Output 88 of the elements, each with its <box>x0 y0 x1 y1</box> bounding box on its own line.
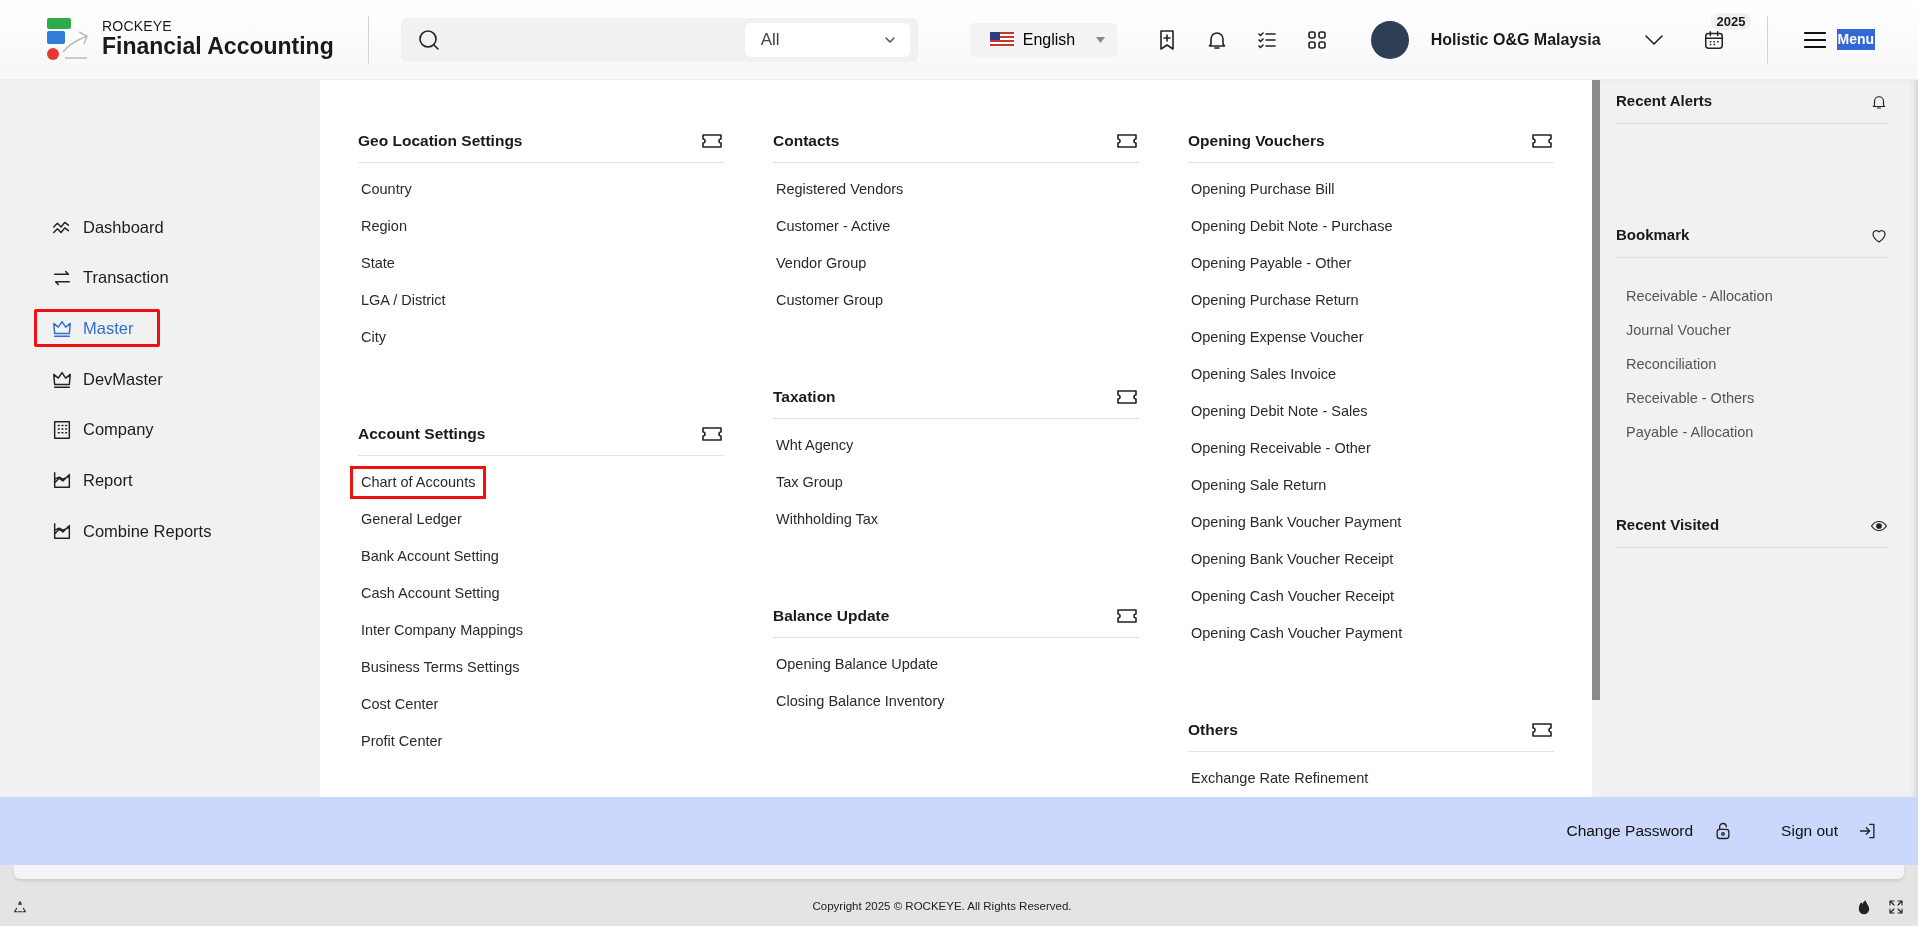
bookmark-link[interactable]: Receivable - Others <box>1626 382 1755 416</box>
menu-link[interactable]: Opening Sale Return <box>1180 469 1338 502</box>
sign-in-icon <box>1858 821 1878 841</box>
account-link[interactable]: Sign out <box>1781 819 1878 843</box>
menu-link[interactable]: Opening Expense Voucher <box>1180 321 1375 354</box>
menu-link[interactable]: Customer Group <box>765 284 895 317</box>
menu-link[interactable]: Cost Center <box>350 688 450 721</box>
menu-link[interactable]: Chart of Accounts <box>350 466 487 499</box>
menu-link[interactable]: Opening Purchase Return <box>1180 284 1370 317</box>
chevron-down-icon <box>883 35 896 44</box>
ticket-icon[interactable] <box>1117 608 1137 623</box>
ticket-icon[interactable] <box>1532 133 1552 148</box>
menu-link[interactable]: Closing Balance Inventory <box>765 685 956 718</box>
recycle-icon[interactable] <box>12 898 28 915</box>
hamburger-menu-icon <box>1803 30 1826 49</box>
menu-link[interactable]: Opening Debit Note - Purchase <box>1180 210 1404 243</box>
bookmark-link[interactable]: Receivable - Allocation <box>1626 280 1773 314</box>
caret-icon <box>1095 36 1105 43</box>
ticket-icon[interactable] <box>1532 722 1552 737</box>
menu-link[interactable]: General Ledger <box>350 503 473 536</box>
menu-link[interactable]: Region <box>350 210 418 243</box>
year-badge: 2025 <box>1710 12 1752 31</box>
menu-link[interactable]: Opening Receivable - Other <box>1180 432 1382 465</box>
menu-link[interactable]: Opening Bank Voucher Payment <box>1180 506 1413 539</box>
menu-link[interactable]: Wht Agency <box>765 429 865 462</box>
menu-link[interactable]: Opening Purchase Bill <box>1180 173 1346 206</box>
panel-heading: Recent Visited <box>1616 515 1720 536</box>
menu-link[interactable]: Tax Group <box>765 466 854 499</box>
menu-link[interactable]: Opening Sales Invoice <box>1180 358 1348 391</box>
language-dropdown[interactable]: English <box>969 22 1117 57</box>
section-heading: Opening Vouchers <box>1188 130 1325 151</box>
menu-link[interactable]: Opening Bank Voucher Receipt <box>1180 543 1405 576</box>
menu-link[interactable]: Exchange Rate Refinement <box>1180 762 1380 795</box>
section-heading: Others <box>1188 719 1238 740</box>
section-heading: Balance Update <box>773 605 890 626</box>
avatar[interactable] <box>1370 20 1409 59</box>
app-title: Financial Accounting <box>102 32 334 61</box>
sidebar-item[interactable]: Combine Reports <box>34 512 239 551</box>
calendar-icon[interactable] <box>1702 28 1725 51</box>
menu-link[interactable]: City <box>350 321 397 354</box>
section-heading: Account Settings <box>358 423 486 444</box>
section-heading: Geo Location Settings <box>358 130 523 151</box>
search-field[interactable]: All <box>400 17 918 62</box>
bookmark-link[interactable]: Payable - Allocation <box>1626 416 1754 450</box>
ticket-icon[interactable] <box>1117 133 1137 148</box>
menu-link[interactable]: Bank Account Setting <box>350 540 510 573</box>
menu-link[interactable]: Vendor Group <box>765 247 878 280</box>
flame-icon[interactable] <box>1856 898 1872 915</box>
bookmark-link[interactable]: Journal Voucher <box>1626 314 1731 348</box>
menu-link[interactable]: Business Terms Settings <box>350 651 531 684</box>
search-icon <box>416 27 441 52</box>
section-heading: Contacts <box>773 130 840 151</box>
sidebar-item[interactable]: DevMaster <box>34 360 190 399</box>
menu-link[interactable]: State <box>350 247 406 280</box>
sidebar-item[interactable]: Dashboard <box>34 208 191 246</box>
menu-link[interactable]: Customer - Active <box>765 210 902 243</box>
flag-icon <box>989 32 1014 47</box>
account-link[interactable]: Change Password <box>1566 819 1734 843</box>
ticket-icon[interactable] <box>702 133 722 148</box>
scrollbar-thumb[interactable] <box>1592 80 1600 700</box>
scope-dropdown[interactable]: All <box>744 22 910 57</box>
copyright-text: Copyright 2025 © ROCKEYE. All Rights Reserved. <box>812 898 1072 914</box>
company-name[interactable]: Holistic O&G Malaysia <box>1430 27 1601 52</box>
section-heading: Taxation <box>773 386 836 407</box>
menu-link[interactable]: Cash Account Setting <box>350 577 511 610</box>
sidebar-item[interactable]: Company <box>34 410 181 449</box>
menu-link[interactable]: Opening Debit Note - Sales <box>1180 395 1379 428</box>
menu-link[interactable]: Inter Company Mappings <box>350 614 534 647</box>
panel-heading: Recent Alerts <box>1616 91 1713 112</box>
menu-link[interactable]: Opening Balance Update <box>765 648 950 681</box>
building-icon <box>51 418 73 441</box>
expand-icon[interactable] <box>1888 898 1904 915</box>
menu-link[interactable]: Profit Center <box>350 725 454 758</box>
menu-link[interactable]: Opening Cash Voucher Receipt <box>1180 580 1406 613</box>
ticket-icon[interactable] <box>702 426 722 441</box>
sidebar-item[interactable]: Transaction <box>34 258 196 297</box>
panel-heading: Bookmark <box>1616 225 1690 246</box>
menu-link[interactable]: Opening Payable - Other <box>1180 247 1363 280</box>
brand-overline: ROCKEYE <box>102 18 173 33</box>
menu-link[interactable]: Country <box>350 173 423 206</box>
ticket-icon[interactable] <box>1117 389 1137 404</box>
menu-link[interactable]: LGA / District <box>350 284 457 317</box>
sidebar-item[interactable]: Report <box>34 461 160 500</box>
menu-link[interactable]: Opening Cash Voucher Payment <box>1180 617 1414 650</box>
menu-link[interactable]: Registered Vendors <box>765 173 915 206</box>
sidebar-item[interactable]: Master <box>34 309 161 348</box>
bookmark-link[interactable]: Reconciliation <box>1626 348 1717 382</box>
menu-link[interactable]: Withholding Tax <box>765 503 890 536</box>
